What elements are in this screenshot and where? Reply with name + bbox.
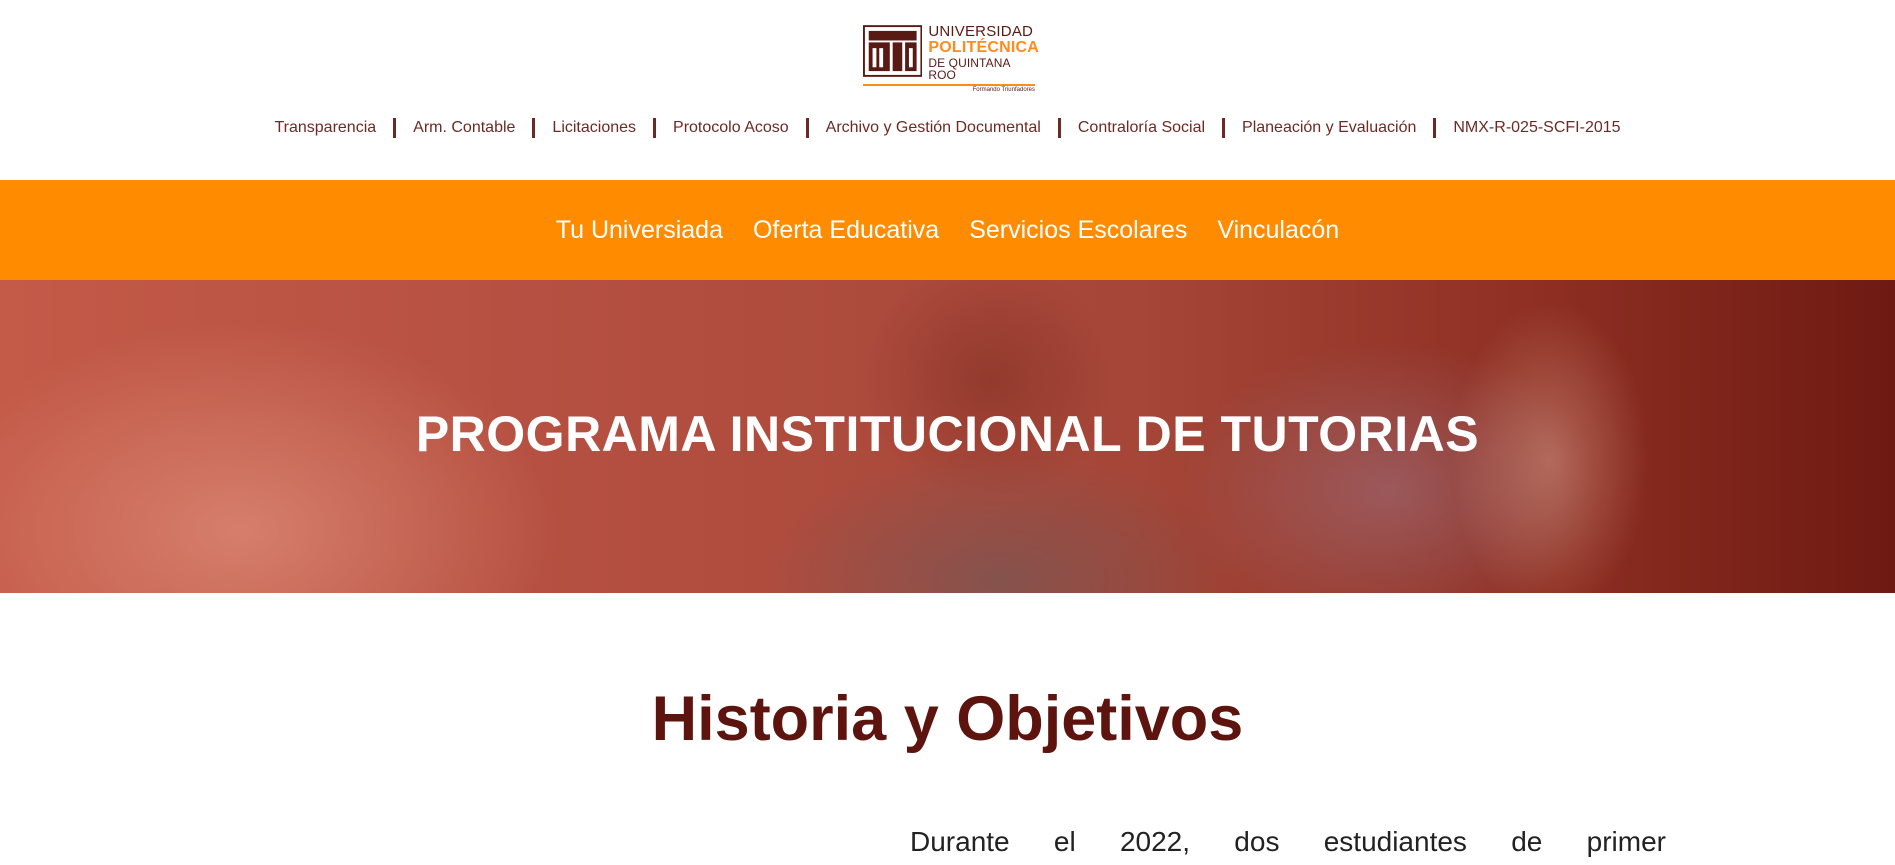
hero-title: PROGRAMA INSTITUCIONAL DE TUTORIAS — [415, 406, 1480, 462]
top-nav-protocolo-acoso[interactable]: Protocolo Acoso — [656, 119, 806, 137]
main-nav: Tu Universiada Oferta Educativa Servicio… — [0, 180, 1895, 280]
logo-line-3: DE QUINTANA ROO — [928, 55, 1010, 83]
paragraph-word: de — [1511, 826, 1543, 857]
history-paragraph: Durante el 2022, dos estudiantes de prim… — [910, 826, 1666, 858]
main-nav-servicios-escolares[interactable]: Servicios Escolares — [954, 216, 1202, 245]
main-nav-vinculacion[interactable]: Vinculacón — [1202, 216, 1354, 245]
main-nav-oferta-educativa[interactable]: Oferta Educativa — [738, 216, 954, 245]
top-nav-arm-contable[interactable]: Arm. Contable — [396, 119, 532, 137]
top-nav-contraloria-social[interactable]: Contraloría Social — [1061, 119, 1222, 137]
paragraph-word: el — [1053, 826, 1076, 857]
section-title: Historia y Objetivos — [651, 684, 1244, 754]
main-nav-tu-universiada[interactable]: Tu Universiada — [541, 216, 738, 245]
logo-wordmark: UNIVERSIDAD POLITÉCNICA DE QUINTANA ROO — [928, 24, 1039, 82]
hero-banner: PROGRAMA INSTITUCIONAL DE TUTORIAS — [0, 280, 1895, 593]
paragraph-word: primer — [1586, 826, 1666, 857]
top-nav-planeacion[interactable]: Planeación y Evaluación — [1225, 119, 1433, 137]
top-nav-licitaciones[interactable]: Licitaciones — [535, 119, 653, 137]
paragraph-word: 2022, — [1119, 826, 1191, 857]
logo-line-2: POLITÉCNICA — [928, 38, 1039, 56]
top-nav-nmx[interactable]: NMX-R-025-SCFI-2015 — [1436, 119, 1637, 137]
hero-photo-shape — [760, 450, 1240, 593]
logo-line-1: UNIVERSIDAD — [928, 23, 1034, 40]
top-nav-archivo-gestion[interactable]: Archivo y Gestión Documental — [809, 119, 1058, 137]
paragraph-word: Durante — [910, 826, 1010, 857]
top-nav-transparencia[interactable]: Transparencia — [257, 119, 393, 137]
paragraph-word: estudiantes — [1323, 826, 1467, 857]
site-header: UNIVERSIDAD POLITÉCNICA DE QUINTANA ROO … — [0, 0, 1895, 180]
paragraph-word: dos — [1234, 826, 1280, 857]
university-logo[interactable]: UNIVERSIDAD POLITÉCNICA DE QUINTANA ROO … — [863, 24, 1039, 96]
logo-tagline: Formando Triunfadores — [972, 87, 1035, 93]
logo-rule — [863, 84, 1035, 86]
logo-emblem-icon — [863, 25, 923, 77]
top-utility-nav: Transparencia Arm. Contable Licitaciones… — [0, 118, 1895, 138]
